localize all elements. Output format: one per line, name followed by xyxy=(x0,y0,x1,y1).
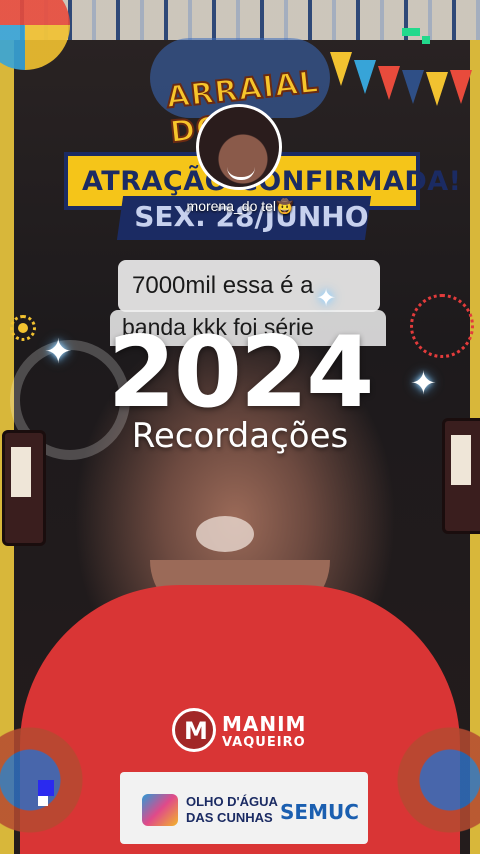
blue-square-icon xyxy=(38,780,54,796)
live-indicator-icon xyxy=(402,28,430,46)
brand-m-icon: M xyxy=(172,708,216,752)
memory-label: Recordações xyxy=(131,416,349,456)
username-label[interactable]: morena_do tel🤠 xyxy=(0,198,480,215)
sun-icon xyxy=(10,315,36,341)
city-name-line2: DAS CUNHAS xyxy=(186,810,273,825)
pinwheel-decoration xyxy=(0,0,70,70)
city-logo-icon xyxy=(142,794,178,826)
white-square-icon xyxy=(38,796,48,806)
caption-bubble-line1: 7000mil essa é a xyxy=(118,260,380,312)
ornament-bottom-right xyxy=(370,720,480,854)
face-mouth xyxy=(196,516,254,552)
shirt-brand-logo: M MANIM VAQUEIRO xyxy=(172,708,312,758)
sparkle-icon: ✦ xyxy=(410,364,437,402)
caption-text-line1: 7000mil essa é a xyxy=(132,272,314,299)
sponsor-footer: OLHO D'ÁGUA DAS CUNHAS SEMUC xyxy=(120,772,368,844)
video-frame[interactable]: ARRAIAL DO ATRAÇÃO CONFIRMADA! SEX. 28/J… xyxy=(0,0,480,854)
secretariat-name: SEMUC xyxy=(280,800,359,824)
brand-name-line1: MANIM xyxy=(222,712,307,736)
user-avatar[interactable] xyxy=(196,104,282,190)
brand-name-line2: VAQUEIRO xyxy=(222,735,306,750)
bunting-flags xyxy=(330,52,480,122)
sparkle-icon: ✦ xyxy=(44,332,73,372)
firework-icon xyxy=(410,294,474,358)
ornament-bottom-left xyxy=(0,720,110,854)
sparkle-icon: ✦ xyxy=(316,284,337,312)
city-name-line1: OLHO D'ÁGUA xyxy=(186,794,278,809)
